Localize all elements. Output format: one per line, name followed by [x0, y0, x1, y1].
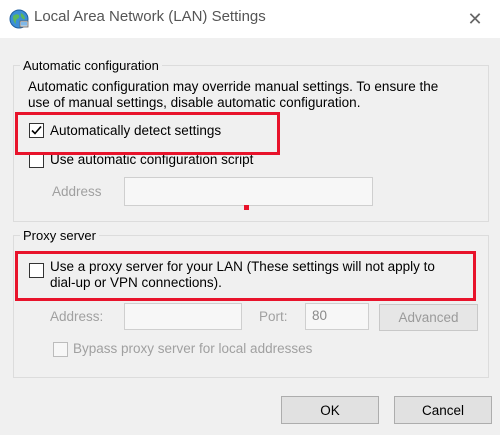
proxy-server-legend: Proxy server [23, 228, 96, 243]
use-proxy-label-line1[interactable]: Use a proxy server for your LAN (These s… [50, 259, 435, 274]
bypass-local-label[interactable]: Bypass proxy server for local addresses [73, 341, 312, 356]
globe-network-icon [9, 9, 29, 29]
close-button[interactable]: ✕ [452, 2, 498, 36]
detect-settings-checkbox[interactable] [29, 123, 44, 138]
red-marker-dot [244, 205, 249, 210]
use-proxy-checkbox[interactable] [29, 263, 44, 278]
auto-config-description-line2: use of manual settings, disable automati… [28, 95, 361, 110]
automatic-configuration-legend: Automatic configuration [23, 58, 159, 73]
script-address-label: Address [52, 184, 102, 199]
window-title: Local Area Network (LAN) Settings [34, 8, 266, 25]
bypass-local-checkbox[interactable] [53, 342, 68, 357]
ok-button[interactable]: OK [281, 396, 379, 424]
proxy-port-label: Port: [259, 309, 288, 324]
proxy-address-input[interactable] [124, 303, 242, 330]
proxy-address-label: Address: [50, 309, 104, 324]
detect-settings-label[interactable]: Automatically detect settings [50, 123, 221, 138]
auto-config-description-line1: Automatic configuration may override man… [28, 79, 439, 94]
title-bar: Local Area Network (LAN) Settings ✕ [0, 0, 500, 38]
close-icon: ✕ [467, 8, 483, 29]
cancel-button[interactable]: Cancel [394, 396, 492, 424]
checkmark-icon [31, 125, 42, 135]
use-config-script-checkbox[interactable] [29, 153, 44, 168]
proxy-port-input[interactable]: 80 [305, 303, 369, 330]
use-config-script-label[interactable]: Use automatic configuration script [50, 152, 253, 167]
script-address-input[interactable] [124, 177, 373, 206]
advanced-button[interactable]: Advanced [379, 304, 478, 331]
use-proxy-label-line2[interactable]: dial-up or VPN connections). [50, 275, 222, 290]
